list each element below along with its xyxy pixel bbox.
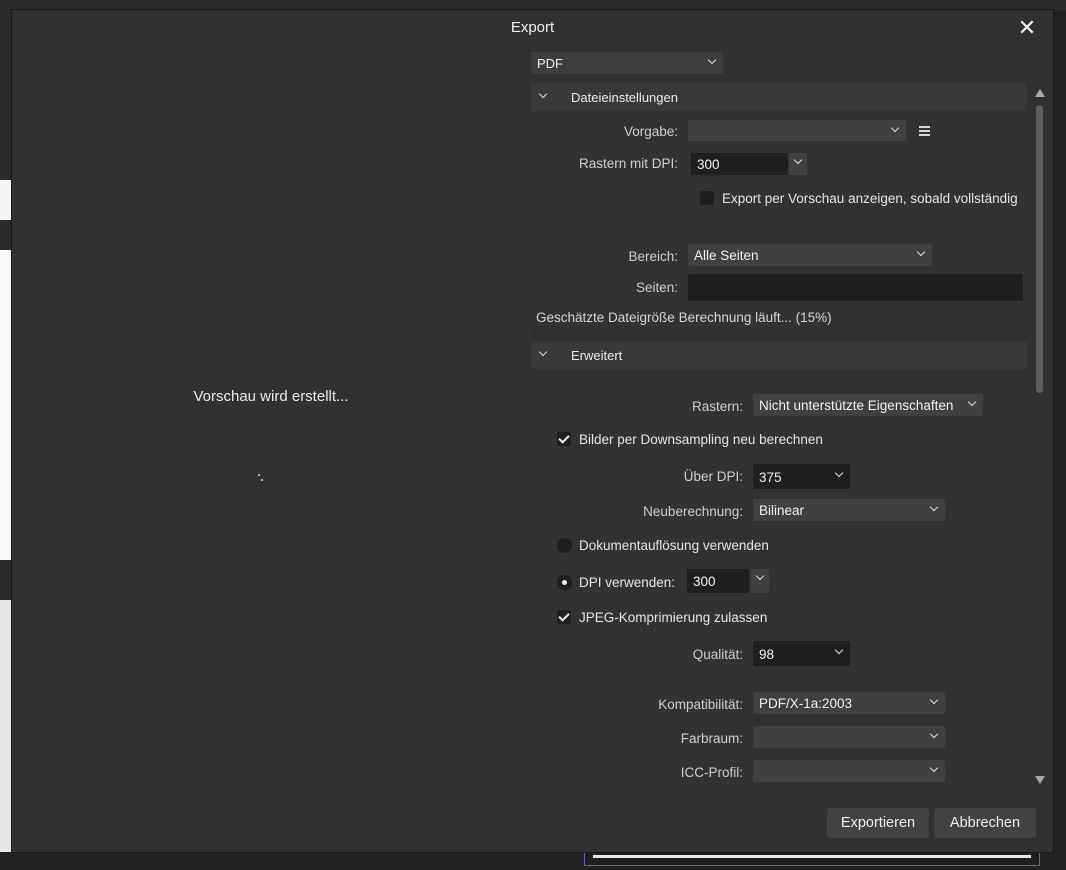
raster-dpi-dropdown[interactable] bbox=[789, 153, 807, 175]
use-dpi-dropdown[interactable] bbox=[751, 569, 769, 593]
file-settings-section: Dateieinstellungen Vorgabe: Rastern mit … bbox=[531, 83, 1026, 328]
icc-label: ICC-Profil: bbox=[680, 765, 743, 780]
chevron-down-icon bbox=[967, 397, 977, 407]
use-dpi-input[interactable]: 300 bbox=[687, 569, 749, 593]
file-settings-body: Vorgabe: Rastern mit DPI: 300 Export per… bbox=[531, 111, 1026, 328]
show-preview-label: Export per Vorschau anzeigen, sobald vol… bbox=[722, 191, 1018, 206]
background-right-panel bbox=[1053, 10, 1066, 852]
scroll-down-icon[interactable] bbox=[1035, 776, 1045, 784]
advanced-header[interactable]: Erweitert bbox=[531, 341, 1026, 369]
downsample-checkbox[interactable] bbox=[557, 432, 571, 446]
chevron-down-icon bbox=[538, 89, 548, 99]
chevron-down-icon bbox=[793, 155, 803, 165]
quality-value: 98 bbox=[759, 647, 775, 662]
use-dpi-label: DPI verwenden: bbox=[579, 575, 676, 590]
settings-scrollbar[interactable] bbox=[1033, 83, 1047, 795]
use-dpi-radio[interactable] bbox=[557, 575, 572, 590]
resample-label: Neuberechnung: bbox=[643, 504, 743, 519]
jpeg-label: JPEG-Komprimierung zulassen bbox=[579, 610, 768, 625]
resample-value: Bilinear bbox=[759, 503, 805, 518]
preview-status: Vorschau wird erstellt... bbox=[193, 388, 349, 405]
chevron-down-icon bbox=[755, 571, 765, 581]
advanced-title: Erweitert bbox=[571, 348, 623, 363]
preview-pane: Vorschau wird erstellt... bbox=[12, 46, 524, 852]
above-dpi-label: Über DPI: bbox=[683, 469, 743, 484]
file-settings-title: Dateieinstellungen bbox=[571, 90, 678, 105]
downsample-label: Bilder per Downsampling neu berechnen bbox=[579, 432, 823, 447]
chevron-down-icon bbox=[929, 729, 939, 739]
area-value: Alle Seiten bbox=[694, 248, 759, 263]
use-dpi-value: 300 bbox=[693, 574, 716, 589]
raster-dpi-value: 300 bbox=[697, 157, 720, 172]
loading-spinner-icon bbox=[258, 474, 268, 484]
preset-menu-icon[interactable] bbox=[919, 126, 930, 136]
format-select[interactable]: PDF bbox=[531, 52, 723, 74]
background-text-field bbox=[584, 852, 1040, 866]
jpeg-checkbox[interactable] bbox=[557, 610, 571, 624]
colorspace-label: Farbraum: bbox=[680, 731, 743, 746]
chevron-down-icon bbox=[929, 763, 939, 773]
chevron-down-icon bbox=[834, 468, 844, 478]
advanced-body: Rastern: Nicht unterstützte Eigenschafte… bbox=[531, 369, 1026, 793]
chevron-down-icon bbox=[929, 695, 939, 705]
quality-label: Qualität: bbox=[692, 647, 743, 662]
show-preview-checkbox[interactable] bbox=[700, 191, 714, 205]
cancel-button[interactable]: Abbrechen bbox=[934, 808, 1036, 838]
area-label: Bereich: bbox=[628, 249, 678, 264]
format-value: PDF bbox=[537, 56, 563, 71]
compat-label: Kompatibilität: bbox=[658, 697, 743, 712]
use-doc-res-label: Dokumentauflösung verwenden bbox=[579, 538, 769, 553]
scrollbar-thumb[interactable] bbox=[1036, 105, 1043, 393]
filesize-estimate: Geschätzte Dateigröße Berechnung läuft..… bbox=[536, 310, 832, 325]
preset-select[interactable] bbox=[688, 120, 906, 141]
preset-label: Vorgabe: bbox=[623, 124, 678, 139]
quality-input[interactable]: 98 bbox=[753, 641, 850, 666]
pages-label: Seiten: bbox=[635, 280, 678, 295]
settings-panel: Dateieinstellungen Vorgabe: Rastern mit … bbox=[531, 83, 1026, 793]
advanced-section: Erweitert Rastern: Nicht unterstützte Ei… bbox=[531, 341, 1026, 793]
scroll-up-icon[interactable] bbox=[1035, 89, 1045, 97]
background-left-panel bbox=[0, 10, 12, 870]
area-select[interactable]: Alle Seiten bbox=[688, 244, 932, 266]
rasterize-label: Rastern: bbox=[691, 399, 743, 414]
raster-dpi-input[interactable]: 300 bbox=[691, 153, 788, 175]
chevron-down-icon bbox=[890, 123, 900, 133]
dialog-title: Export bbox=[510, 19, 555, 36]
export-button[interactable]: Exportieren bbox=[827, 808, 929, 838]
chevron-down-icon bbox=[538, 347, 548, 357]
use-doc-res-radio[interactable] bbox=[557, 538, 572, 553]
close-icon[interactable]: ✕ bbox=[1015, 16, 1039, 40]
background-toolbar bbox=[0, 0, 1066, 10]
rasterize-value: Nicht unterstützte Eigenschaften bbox=[759, 398, 954, 413]
above-dpi-input[interactable]: 375 bbox=[753, 464, 850, 489]
resample-select[interactable]: Bilinear bbox=[753, 499, 945, 521]
rasterize-select[interactable]: Nicht unterstützte Eigenschaften bbox=[753, 394, 983, 416]
colorspace-select[interactable] bbox=[753, 726, 945, 748]
dialog-titlebar: Export ✕ bbox=[12, 10, 1053, 46]
pages-input[interactable] bbox=[688, 274, 1023, 301]
compat-select[interactable]: PDF/X-1a:2003 bbox=[753, 692, 945, 714]
chevron-down-icon bbox=[707, 55, 717, 65]
icc-select[interactable] bbox=[753, 760, 945, 782]
export-dialog: Export ✕ Vorschau wird erstellt... PDF D… bbox=[12, 10, 1053, 852]
file-settings-header[interactable]: Dateieinstellungen bbox=[531, 83, 1026, 111]
compat-value: PDF/X-1a:2003 bbox=[759, 696, 853, 711]
chevron-down-icon bbox=[929, 502, 939, 512]
raster-dpi-label: Rastern mit DPI: bbox=[578, 156, 678, 171]
above-dpi-value: 375 bbox=[759, 470, 782, 485]
chevron-down-icon bbox=[834, 645, 844, 655]
chevron-down-icon bbox=[916, 247, 926, 257]
